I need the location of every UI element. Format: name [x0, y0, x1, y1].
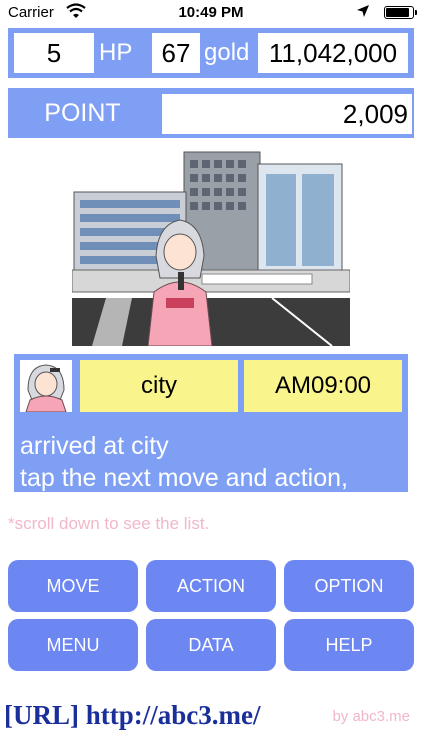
time-display: AM09:00	[244, 360, 402, 412]
url-link[interactable]: [URL] http://abc3.me/	[4, 700, 260, 731]
data-button[interactable]: DATA	[146, 619, 276, 671]
point-bar: POINT 2,009	[8, 88, 414, 138]
hp-value: 67	[152, 33, 200, 73]
message-line-1: arrived at city	[20, 432, 169, 460]
scroll-hint: *scroll down to see the list.	[8, 514, 210, 533]
battery-fill	[386, 8, 409, 17]
location-arrow-icon	[356, 4, 370, 22]
option-button[interactable]: OPTION	[284, 560, 414, 612]
battery-icon	[384, 6, 417, 19]
location-display: city	[80, 360, 238, 412]
point-value: 2,009	[162, 94, 412, 134]
move-button[interactable]: MOVE	[8, 560, 138, 612]
city-scene-image	[71, 148, 351, 347]
level-value: 5	[14, 33, 94, 73]
hp-label: HP	[99, 39, 133, 66]
point-label: POINT	[44, 99, 121, 127]
message-line-2: tap the next move and action,	[20, 464, 348, 492]
status-bar: Carrier 10:49 PM	[0, 0, 422, 26]
stats-bar: 5 HP 67 gold 11,042,000	[8, 28, 414, 78]
message-text: arrived at city tap the next move and ac…	[20, 430, 348, 494]
menu-button[interactable]: MENU	[8, 619, 138, 671]
help-button[interactable]: HELP	[284, 619, 414, 671]
action-button[interactable]: ACTION	[146, 560, 276, 612]
character-portrait	[20, 360, 72, 413]
gold-label: gold	[204, 39, 250, 66]
gold-value: 11,042,000	[258, 33, 408, 73]
info-panel: city AM09:00 arrived at city tap the nex…	[14, 354, 408, 492]
credit-label: by abc3.me	[332, 708, 410, 725]
